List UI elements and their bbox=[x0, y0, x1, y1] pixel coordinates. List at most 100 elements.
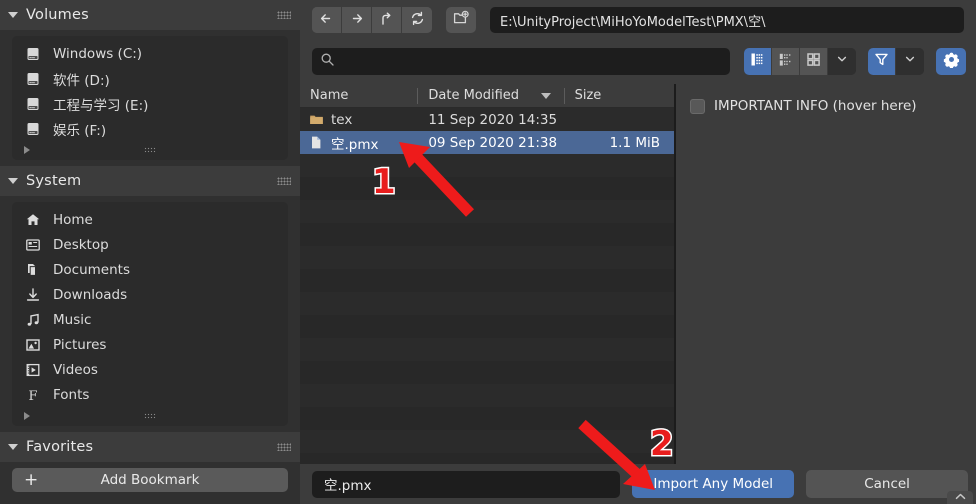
sidebar-item-drive-e[interactable]: 工程与学习 (E:) bbox=[12, 91, 288, 116]
chevron-down-icon bbox=[835, 52, 849, 70]
display-options-dropdown[interactable] bbox=[828, 47, 856, 75]
file-list-empty-row[interactable] bbox=[300, 315, 674, 338]
list-horizontal-icon bbox=[777, 51, 794, 72]
annotation-marker-2: 2 bbox=[649, 423, 676, 466]
search-input[interactable] bbox=[312, 47, 730, 75]
disclosure-triangle-icon[interactable] bbox=[8, 178, 18, 184]
resize-grip-icon[interactable] bbox=[144, 147, 156, 153]
file-list-empty-row[interactable] bbox=[300, 177, 674, 200]
collapse-footer-button[interactable] bbox=[947, 491, 973, 504]
table-row[interactable]: 空.pmx 09 Sep 2020 21:38 1.1 MiB bbox=[300, 131, 674, 154]
file-list-empty-row[interactable] bbox=[300, 292, 674, 315]
file-list-empty-row[interactable] bbox=[300, 246, 674, 269]
view-mode-thumbnails-button[interactable] bbox=[800, 47, 828, 75]
column-header-size[interactable]: Size bbox=[565, 84, 674, 108]
sidebar-item-home[interactable]: Home bbox=[12, 207, 288, 232]
sort-descending-arrow-icon[interactable] bbox=[540, 92, 551, 99]
plus-icon: + bbox=[24, 469, 39, 490]
cancel-button[interactable]: Cancel bbox=[806, 470, 969, 498]
file-list-empty-row[interactable] bbox=[300, 269, 674, 292]
sidebar-item-pictures[interactable]: Pictures bbox=[12, 332, 288, 357]
view-mode-vertical-list-button[interactable] bbox=[744, 47, 772, 75]
file-list-empty-row[interactable] bbox=[300, 154, 674, 177]
sidebar-item-documents[interactable]: Documents bbox=[12, 257, 288, 282]
parent-directory-button[interactable] bbox=[372, 7, 402, 33]
sidebar-section-header-volumes[interactable]: Volumes bbox=[0, 0, 300, 30]
file-list-rows: tex 11 Sep 2020 14:35 空.pmx 09 Sep 2020 … bbox=[300, 108, 674, 464]
panel-grip-icon[interactable] bbox=[277, 443, 291, 451]
file-icon bbox=[308, 135, 324, 151]
filter-options-dropdown[interactable] bbox=[896, 47, 924, 75]
picture-icon bbox=[24, 336, 41, 353]
system-list: Home Desktop Documents Downloads Music P… bbox=[12, 202, 288, 426]
documents-icon bbox=[24, 261, 41, 278]
sidebar-section-body-system: Home Desktop Documents Downloads Music P… bbox=[0, 196, 300, 426]
file-list-empty-row[interactable] bbox=[300, 200, 674, 223]
settings-button[interactable] bbox=[936, 47, 966, 75]
sidebar-item-desktop[interactable]: Desktop bbox=[12, 232, 288, 257]
volumes-list: Windows (C:) 软件 (D:) 工程与学习 (E:) 娱乐 (F:) bbox=[12, 36, 288, 160]
table-row[interactable]: tex 11 Sep 2020 14:35 bbox=[300, 108, 674, 131]
add-bookmark-label: Add Bookmark bbox=[100, 472, 200, 488]
sidebar-item-label: Documents bbox=[53, 261, 130, 278]
filename-input[interactable]: 空.pmx bbox=[312, 470, 621, 498]
sidebar-item-drive-d[interactable]: 软件 (D:) bbox=[12, 66, 288, 91]
sidebar-item-music[interactable]: Music bbox=[12, 307, 288, 332]
search-icon bbox=[320, 52, 335, 71]
dialog-footer: 空.pmx Import Any Model Cancel bbox=[300, 464, 976, 504]
column-header-label: Size bbox=[574, 88, 602, 103]
sidebar-section-header-favorites[interactable]: Favorites bbox=[0, 432, 300, 462]
expand-triangle-icon[interactable] bbox=[24, 411, 30, 420]
panel-grip-icon[interactable] bbox=[277, 11, 291, 19]
file-list-empty-row[interactable] bbox=[300, 361, 674, 384]
file-browser-window: Volumes Windows (C:) 软件 (D:) 工程与学习 (E:) … bbox=[0, 0, 976, 504]
disclosure-triangle-icon[interactable] bbox=[8, 444, 18, 450]
new-folder-button[interactable] bbox=[446, 7, 476, 33]
disk-icon bbox=[24, 45, 41, 62]
file-list-empty-row[interactable] bbox=[300, 223, 674, 246]
back-button[interactable] bbox=[312, 7, 342, 33]
disk-icon bbox=[24, 70, 41, 87]
arrow-right-icon bbox=[348, 10, 365, 31]
column-header-label: Name bbox=[310, 88, 349, 103]
sidebar-section-header-system[interactable]: System bbox=[0, 166, 300, 196]
resize-grip-icon[interactable] bbox=[144, 413, 156, 419]
file-list-empty-row[interactable] bbox=[300, 430, 674, 453]
navigation-button-group bbox=[312, 7, 432, 33]
refresh-icon bbox=[409, 10, 426, 31]
file-list-empty-row[interactable] bbox=[300, 338, 674, 361]
chevron-down-icon bbox=[903, 52, 917, 70]
panel-grip-icon[interactable] bbox=[277, 177, 291, 185]
import-options-panel: IMPORTANT INFO (hover here) bbox=[678, 84, 976, 464]
font-f-icon: F bbox=[24, 386, 41, 403]
expand-triangle-icon[interactable] bbox=[24, 145, 30, 154]
forward-button[interactable] bbox=[342, 7, 372, 33]
sidebar-section-body-volumes: Windows (C:) 软件 (D:) 工程与学习 (E:) 娱乐 (F:) bbox=[0, 30, 300, 160]
svg-text:F: F bbox=[28, 389, 37, 403]
add-bookmark-button[interactable]: + Add Bookmark bbox=[12, 468, 288, 492]
file-list-empty-row[interactable] bbox=[300, 384, 674, 407]
sidebar-item-windows-c[interactable]: Windows (C:) bbox=[12, 41, 288, 66]
file-list-empty-row[interactable] bbox=[300, 407, 674, 430]
sidebar-item-label: Windows (C:) bbox=[53, 45, 143, 62]
import-button-label: Import Any Model bbox=[653, 476, 774, 492]
sidebar-item-drive-f[interactable]: 娱乐 (F:) bbox=[12, 116, 288, 141]
sidebar-item-videos[interactable]: Videos bbox=[12, 357, 288, 382]
view-mode-horizontal-list-button[interactable] bbox=[772, 47, 800, 75]
checkbox-icon[interactable] bbox=[690, 98, 705, 114]
sidebar-item-label: Fonts bbox=[53, 386, 90, 403]
file-list-empty-row[interactable] bbox=[300, 453, 674, 464]
important-info-label: IMPORTANT INFO (hover here) bbox=[714, 98, 917, 114]
important-info-checkbox-row[interactable]: IMPORTANT INFO (hover here) bbox=[690, 98, 966, 114]
column-header-name[interactable]: Name bbox=[300, 84, 419, 108]
import-button[interactable]: Import Any Model bbox=[632, 470, 795, 498]
path-input[interactable]: E:\UnityProject\MiHoYoModelTest\PMX\空\ bbox=[490, 7, 964, 33]
sidebar-item-fonts[interactable]: F Fonts bbox=[12, 382, 288, 407]
refresh-button[interactable] bbox=[402, 7, 432, 33]
disclosure-triangle-icon[interactable] bbox=[8, 12, 18, 18]
column-header-date-modified[interactable]: Date Modified bbox=[418, 84, 565, 108]
filter-toggle-button[interactable] bbox=[868, 47, 896, 75]
folder-icon bbox=[308, 112, 324, 128]
sidebar-item-downloads[interactable]: Downloads bbox=[12, 282, 288, 307]
sidebar: Volumes Windows (C:) 软件 (D:) 工程与学习 (E:) … bbox=[0, 0, 300, 504]
